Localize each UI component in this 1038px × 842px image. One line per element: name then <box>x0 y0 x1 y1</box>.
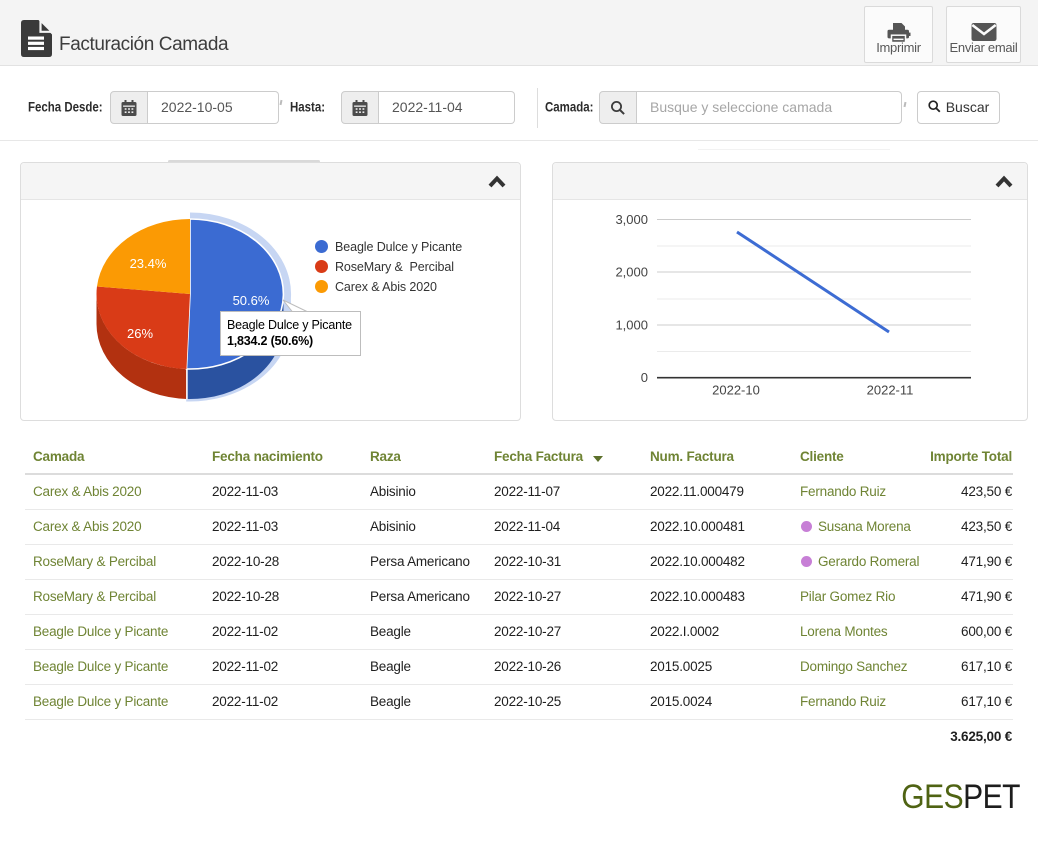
svg-text:3,000: 3,000 <box>615 212 648 227</box>
svg-text:1,000: 1,000 <box>615 318 648 333</box>
svg-text:2022-11: 2022-11 <box>867 383 914 398</box>
svg-text:50.6%: 50.6% <box>233 293 270 308</box>
svg-text:0: 0 <box>641 370 648 385</box>
svg-text:23.4%: 23.4% <box>130 256 167 271</box>
svg-text:26%: 26% <box>127 326 153 341</box>
svg-text:2,000: 2,000 <box>615 265 648 280</box>
svg-text:2022-10: 2022-10 <box>712 383 760 398</box>
